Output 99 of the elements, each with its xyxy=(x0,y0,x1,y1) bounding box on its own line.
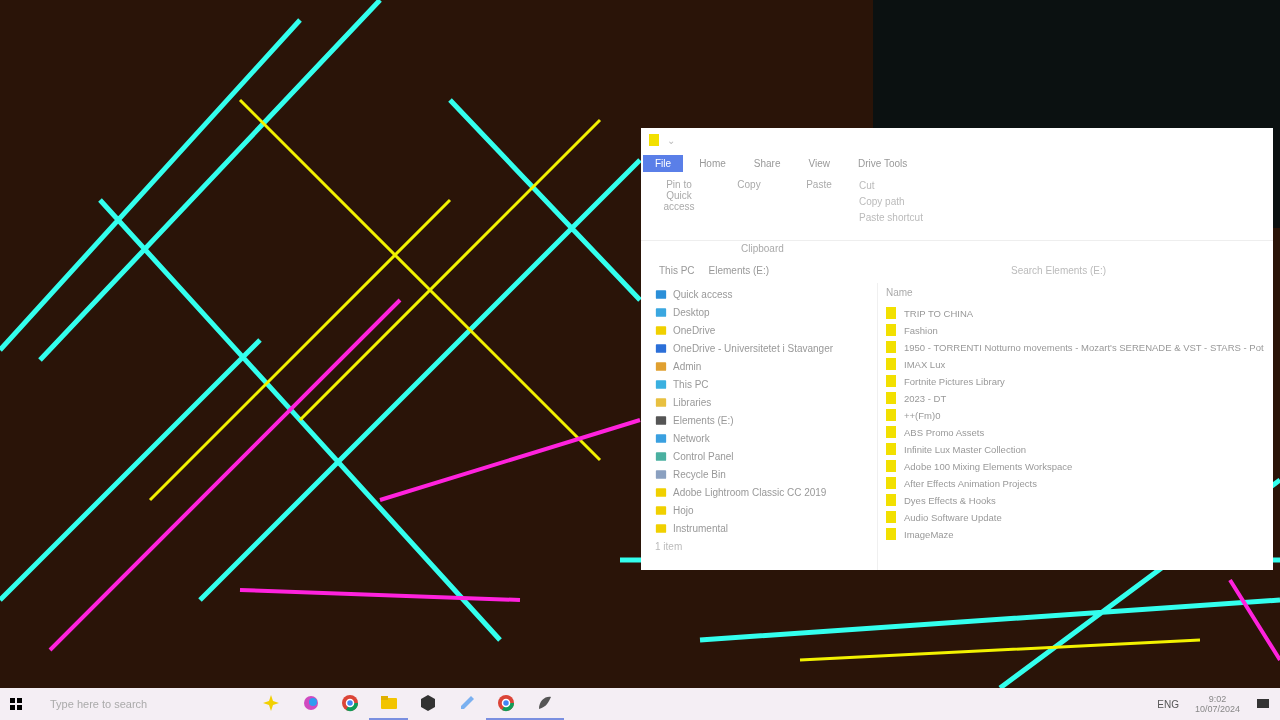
nav-label: Adobe Lightroom Classic CC 2019 xyxy=(673,487,827,498)
folder-icon xyxy=(655,523,667,534)
folder-icon xyxy=(886,477,896,489)
search-field[interactable]: Type here to search xyxy=(32,689,242,719)
nav-label: Elements (E:) xyxy=(673,415,734,426)
nav-label: Hojo xyxy=(673,505,694,516)
nav-label: Recycle Bin xyxy=(673,469,726,480)
folder-icon xyxy=(649,134,659,146)
column-header[interactable]: Name xyxy=(886,287,1265,303)
file-row[interactable]: IMAX Lux xyxy=(886,357,1265,371)
language-indicator[interactable]: ENG xyxy=(1157,698,1179,710)
folder-icon xyxy=(655,505,667,516)
ribbon-tab[interactable]: Home xyxy=(687,154,738,172)
folder-icon xyxy=(886,426,896,438)
file-row[interactable]: Fashion xyxy=(886,323,1265,337)
ribbon-button[interactable]: Paste xyxy=(789,178,849,191)
ribbon-tab[interactable]: Share xyxy=(741,154,793,172)
file-name: Fortnite Pictures Library xyxy=(904,375,1005,387)
file-row[interactable]: TRIP TO CHINA xyxy=(886,306,1265,320)
nav-item[interactable]: Instrumental xyxy=(655,521,877,536)
folder-icon xyxy=(655,487,667,498)
nav-item[interactable]: Elements (E:) xyxy=(655,413,877,428)
nav-item[interactable]: Desktop xyxy=(655,305,877,320)
nav-item[interactable]: OneDrive xyxy=(655,323,877,338)
folder-icon xyxy=(886,375,896,387)
folder-icon xyxy=(886,528,896,540)
nav-label: Admin xyxy=(673,361,702,372)
status-text: 1 item xyxy=(655,541,684,552)
file-name: ++(Fm)0 xyxy=(904,409,941,421)
nav-item[interactable]: OneDrive - Universitetet i Stavanger xyxy=(655,341,877,356)
file-row[interactable]: Fortnite Pictures Library xyxy=(886,374,1265,388)
file-name: ImageMaze xyxy=(904,528,954,540)
nav-item[interactable]: Control Panel xyxy=(655,449,877,464)
ribbon-button[interactable]: Paste shortcut xyxy=(859,212,923,223)
file-row[interactable]: ABS Promo Assets xyxy=(886,425,1265,439)
file-name: Dyes Effects & Hooks xyxy=(904,494,996,506)
folder-icon xyxy=(886,324,896,336)
ribbon-button[interactable]: Cut xyxy=(859,180,923,191)
nav-item[interactable]: Admin xyxy=(655,359,877,374)
file-row[interactable]: 1950 - TORRENTI Notturno movements - Mozart's SERENADE & VST - STARS - Pot xyxy=(886,340,1265,354)
file-name: IMAX Lux xyxy=(904,358,946,370)
folder-icon xyxy=(655,325,667,336)
nav-item[interactable]: Libraries xyxy=(655,395,877,410)
folder-icon xyxy=(886,341,896,353)
file-row[interactable]: After Effects Animation Projects xyxy=(886,476,1265,490)
file-row[interactable]: Dyes Effects & Hooks xyxy=(886,493,1265,507)
clock[interactable]: 9:02 10/07/2024 xyxy=(1188,693,1246,715)
ribbon-button[interactable]: Copy xyxy=(719,178,779,191)
folder-icon xyxy=(886,460,896,472)
browser-icon xyxy=(339,693,360,713)
nav-item[interactable]: Hojo xyxy=(655,503,877,518)
ribbon-group-label: Clipboard xyxy=(740,242,785,256)
file-row[interactable]: ImageMaze xyxy=(886,527,1265,541)
nav-label: Desktop xyxy=(673,307,710,318)
ribbon-tab[interactable]: View xyxy=(796,154,842,172)
nav-label: OneDrive xyxy=(673,325,716,336)
breadcrumb[interactable]: Elements (E:) xyxy=(708,264,770,276)
nav-label: OneDrive - Universitetet i Stavanger xyxy=(673,343,834,354)
file-name: After Effects Animation Projects xyxy=(904,477,1037,489)
ribbon-tab[interactable]: Drive Tools xyxy=(846,154,920,172)
file-name: Audio Software Update xyxy=(904,511,1002,523)
file-name: 2023 - DT xyxy=(904,392,947,404)
windows-logo-icon xyxy=(10,698,22,710)
ribbon-button[interactable]: Copy path xyxy=(859,196,923,207)
file-name: ABS Promo Assets xyxy=(904,426,985,438)
quick-access-dropdown[interactable]: ⌄ xyxy=(667,134,675,146)
nav-item[interactable]: Quick access xyxy=(655,287,877,302)
nav-label: Control Panel xyxy=(673,451,734,462)
nav-item[interactable]: Recycle Bin xyxy=(655,467,877,482)
folder-icon xyxy=(886,443,896,455)
file-row[interactable]: Adobe 100 Mixing Elements Workspace xyxy=(886,459,1265,473)
file-name: Fashion xyxy=(904,324,938,336)
nav-label: Network xyxy=(673,433,710,444)
file-row[interactable]: 2023 - DT xyxy=(886,391,1265,405)
nav-item[interactable]: Adobe Lightroom Classic CC 2019 xyxy=(655,485,877,500)
file-name: Infinite Lux Master Collection xyxy=(904,443,1026,455)
file-name: 1950 - TORRENTI Notturno movements - Mozart's SERENADE & VST - STARS - Pot xyxy=(904,341,1264,353)
notification-icon[interactable] xyxy=(1256,697,1270,711)
nav-label: Instrumental xyxy=(673,523,729,534)
folder-icon xyxy=(886,358,896,370)
file-name: Adobe 100 Mixing Elements Workspace xyxy=(904,460,1073,472)
breadcrumb[interactable]: This PC xyxy=(659,264,695,276)
nav-label: Quick access xyxy=(673,289,733,300)
folder-icon xyxy=(886,511,896,523)
folder-icon xyxy=(886,307,896,319)
folder-icon xyxy=(886,494,896,506)
browser-icon xyxy=(495,693,516,713)
nav-item[interactable]: This PC xyxy=(655,377,877,392)
file-row[interactable]: Audio Software Update xyxy=(886,510,1265,524)
file-row[interactable]: ++(Fm)0 xyxy=(886,408,1265,422)
nav-label: This PC xyxy=(673,379,709,390)
nav-label: Libraries xyxy=(673,397,712,408)
ribbon-tab[interactable]: File xyxy=(643,154,684,172)
folder-icon xyxy=(886,409,896,421)
ribbon-button[interactable]: Pin to Quick access xyxy=(649,178,709,213)
folder-icon xyxy=(886,392,896,404)
file-name: TRIP TO CHINA xyxy=(904,307,974,319)
file-row[interactable]: Infinite Lux Master Collection xyxy=(886,442,1265,456)
nav-item[interactable]: Network xyxy=(655,431,877,446)
